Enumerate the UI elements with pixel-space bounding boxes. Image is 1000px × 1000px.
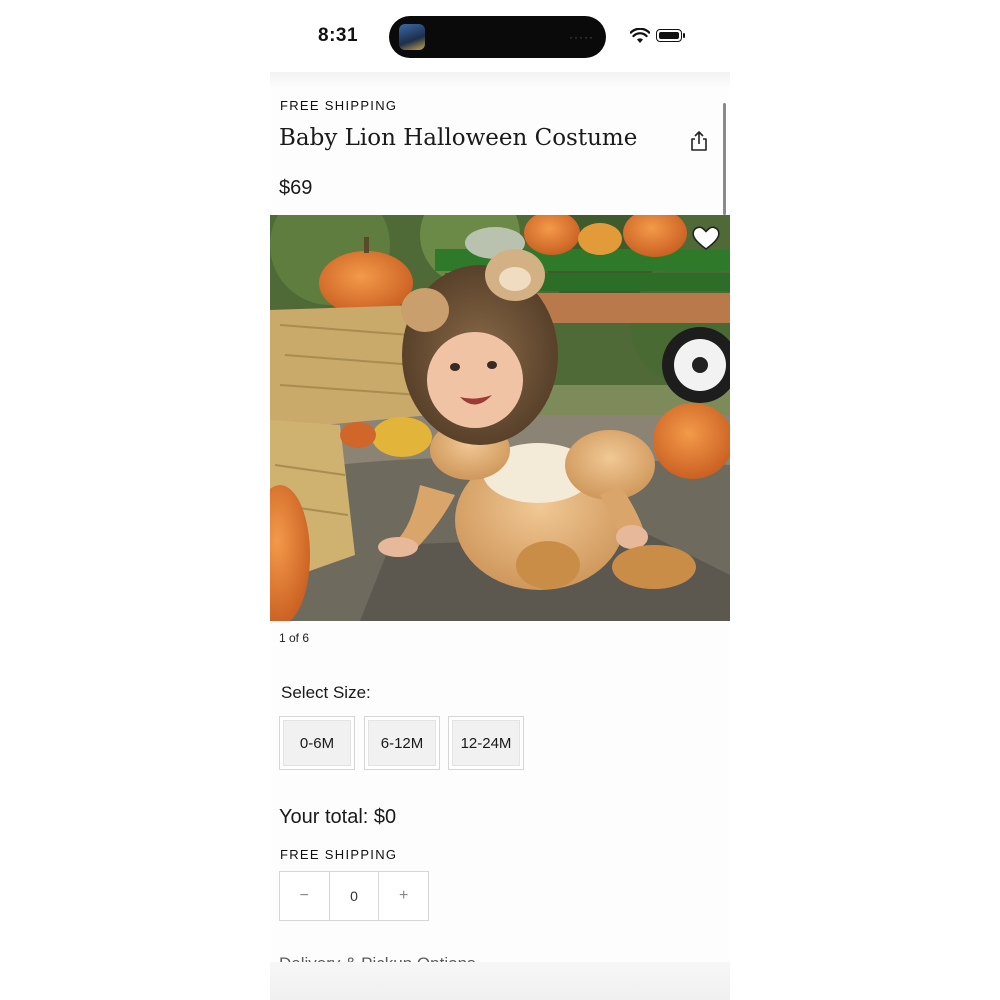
size-option-label: 0-6M xyxy=(283,720,351,766)
status-bar: 8:31 ····· xyxy=(270,0,730,72)
status-time: 8:31 xyxy=(318,25,359,46)
image-counter: 1 of 6 xyxy=(279,631,310,645)
size-option-0-6m[interactable]: 0-6M xyxy=(279,716,355,770)
size-option-12-24m[interactable]: 12-24M xyxy=(448,716,524,770)
now-playing-app-icon[interactable] xyxy=(399,24,425,50)
increment-button[interactable]: + xyxy=(379,872,428,920)
product-price: $69 xyxy=(279,177,313,199)
app-screen: 8:31 ····· FREE SHIPPING Baby Lion Hallo… xyxy=(270,0,730,1000)
island-activity-icon: ····· xyxy=(569,30,594,44)
header-shadow xyxy=(270,72,730,88)
quantity-value[interactable]: 0 xyxy=(328,872,380,920)
size-option-6-12m[interactable]: 6-12M xyxy=(364,716,440,770)
size-option-label: 12-24M xyxy=(452,720,520,766)
battery-icon xyxy=(656,29,682,42)
wifi-icon xyxy=(630,28,650,43)
free-shipping-badge: FREE SHIPPING xyxy=(280,98,398,113)
free-shipping-note: FREE SHIPPING xyxy=(280,847,398,862)
decrement-button[interactable]: − xyxy=(280,872,329,920)
bottom-fade xyxy=(270,962,730,1000)
dynamic-island: ····· xyxy=(389,16,606,58)
scroll-indicator xyxy=(723,103,726,215)
battery-tip xyxy=(683,33,685,38)
order-total: Your total: $0 xyxy=(279,806,397,828)
product-image[interactable] xyxy=(270,215,730,621)
product-title: Baby Lion Halloween Costume xyxy=(279,125,638,151)
favorite-heart-icon[interactable] xyxy=(691,224,721,252)
share-icon[interactable] xyxy=(688,130,710,152)
delivery-options-heading[interactable]: Delivery & Pickup Options xyxy=(279,952,476,962)
select-size-label: Select Size: xyxy=(281,683,371,702)
quantity-stepper: − 0 + xyxy=(279,871,429,921)
size-option-label: 6-12M xyxy=(368,720,436,766)
